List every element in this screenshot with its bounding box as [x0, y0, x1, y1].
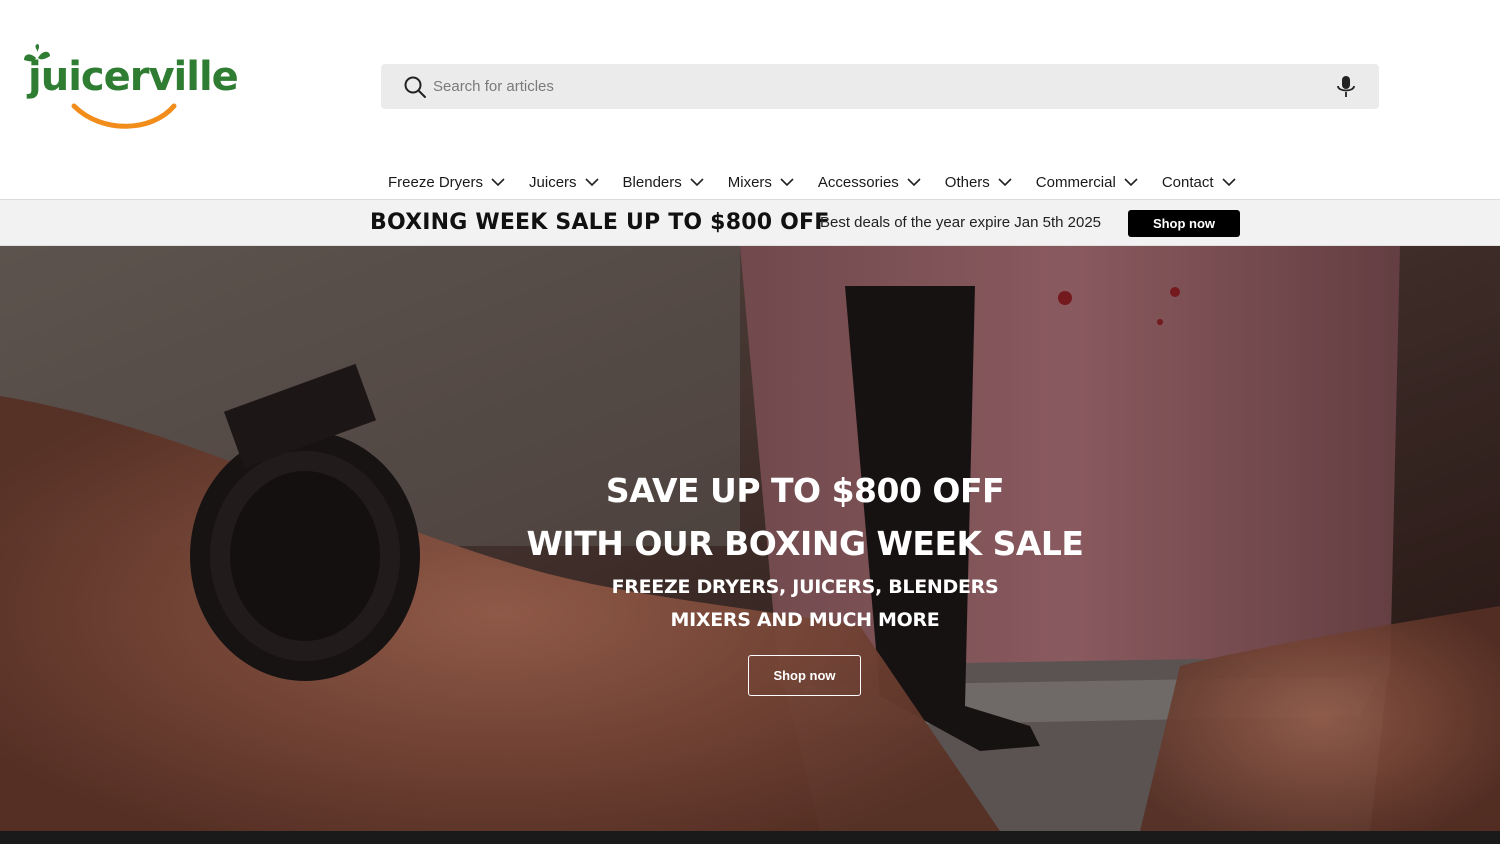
site-header: juicerville Freeze Dryers Juicers Blende… [0, 0, 1500, 200]
logo-wordmark: juicerville [28, 54, 239, 100]
next-section-edge [0, 831, 1500, 844]
hero-shop-now-button[interactable]: Shop now [748, 655, 861, 696]
hero-subheading-line-1: FREEZE DRYERS, JUICERS, BLENDERS [611, 576, 999, 598]
chevron-down-icon [907, 178, 921, 187]
chevron-down-icon [584, 178, 599, 187]
nav-item-juicers[interactable]: Juicers [529, 164, 599, 200]
nav-item-label: Commercial [1035, 173, 1116, 191]
nav-item-commercial[interactable]: Commercial [1036, 164, 1138, 200]
promo-subtitle: Best deals of the year expire Jan 5th 20… [820, 214, 1102, 231]
hero-text-block: SAVE UP TO $800 OFF WITH OUR BOXING WEEK… [0, 464, 1500, 636]
hero-heading-line-1: SAVE UP TO $800 OFF [605, 471, 1005, 510]
search-icon[interactable] [403, 75, 427, 99]
search-bar[interactable] [381, 64, 1379, 109]
promo-banner: BOXING WEEK SALE UP TO $800 OFF Best dea… [0, 200, 1500, 246]
nav-item-label: Accessories [817, 173, 899, 191]
nav-item-contact[interactable]: Contact [1162, 164, 1236, 200]
chevron-down-icon [1221, 178, 1236, 187]
nav-item-label: Blenders [622, 173, 682, 191]
nav-item-label: Contact [1161, 173, 1214, 191]
nav-item-label: Mixers [727, 173, 772, 191]
hero-subheading-line-2: MIXERS AND MUCH MORE [670, 609, 940, 631]
chevron-down-icon [491, 178, 505, 187]
juicerville-logo[interactable]: juicerville [22, 44, 239, 130]
nav-item-label: Others [944, 173, 990, 191]
nav-item-accessories[interactable]: Accessories [818, 164, 921, 200]
promo-title: BOXING WEEK SALE UP TO $800 OFF [370, 210, 830, 235]
main-navigation: Freeze Dryers Juicers Blenders Mixers Ac… [0, 164, 1500, 200]
search-input[interactable] [433, 72, 1313, 101]
nav-item-freeze-dryers[interactable]: Freeze Dryers [388, 164, 505, 200]
chevron-down-icon [780, 178, 794, 187]
chevron-down-icon [998, 178, 1012, 187]
nav-menu: Freeze Dryers Juicers Blenders Mixers Ac… [388, 164, 1260, 200]
nav-item-mixers[interactable]: Mixers [728, 164, 794, 200]
chevron-down-icon [1124, 178, 1138, 187]
nav-item-label: Juicers [529, 173, 577, 191]
nav-item-label: Freeze Dryers [388, 173, 484, 191]
microphone-icon[interactable] [1335, 75, 1357, 99]
hero-banner: SAVE UP TO $800 OFF WITH OUR BOXING WEEK… [0, 246, 1500, 831]
nav-item-blenders[interactable]: Blenders [623, 164, 704, 200]
hero-heading-line-2: WITH OUR BOXING WEEK SALE [526, 524, 1084, 563]
chevron-down-icon [690, 178, 704, 187]
hero-cta: Shop now [748, 655, 861, 696]
nav-item-others[interactable]: Others [945, 164, 1012, 200]
promo-shop-now-button[interactable]: Shop now [1128, 210, 1240, 237]
